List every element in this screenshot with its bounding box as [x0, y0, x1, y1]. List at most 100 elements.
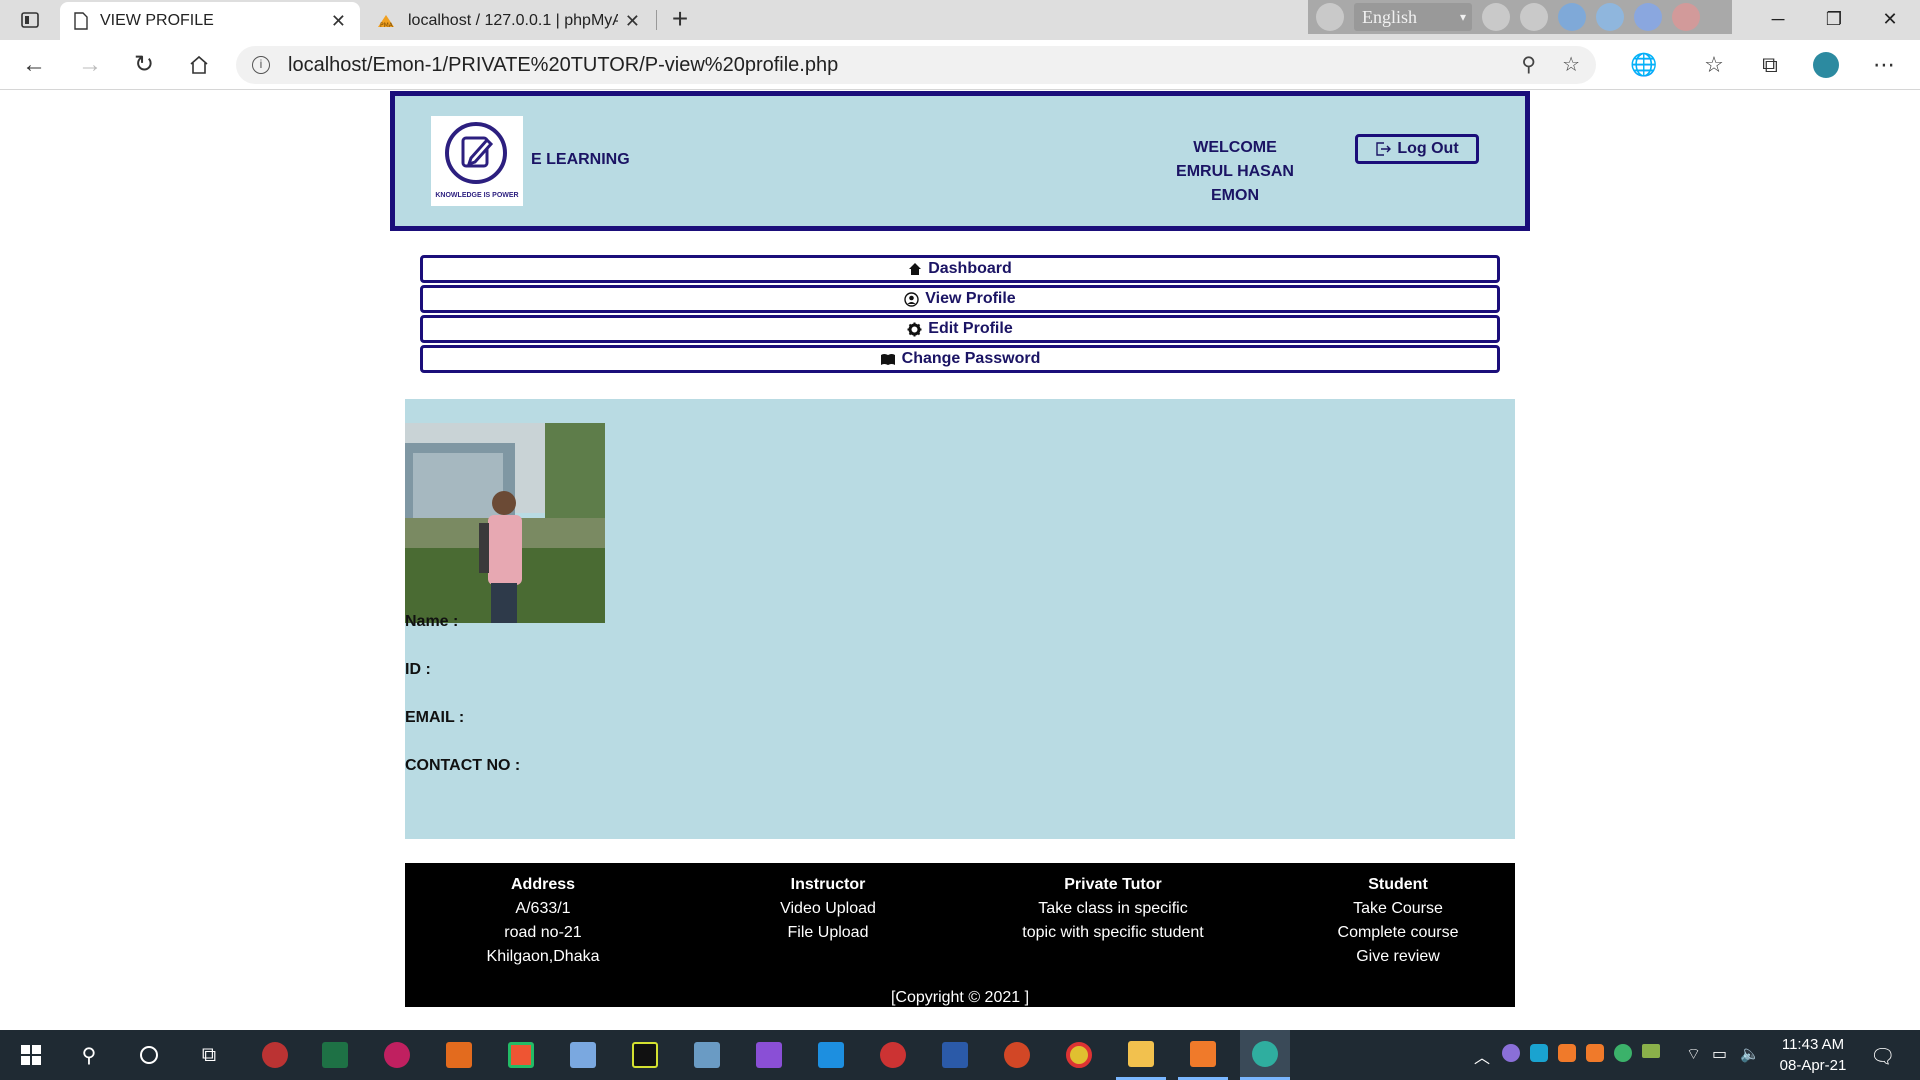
- site-logo: KNOWLEDGE IS POWER: [431, 116, 523, 206]
- site-footer: Address A/633/1 road no-21 Khilgaon,Dhak…: [405, 863, 1515, 1007]
- new-tab-button[interactable]: +: [664, 4, 696, 36]
- id-label: ID :: [405, 661, 431, 678]
- info-icon[interactable]: i: [252, 56, 270, 74]
- logout-button[interactable]: Log Out: [1355, 134, 1479, 164]
- collections-icon[interactable]: ⧉: [1752, 48, 1788, 82]
- footer-column-instructor: Instructor Video Upload File Upload: [688, 873, 968, 945]
- contact-label: CONTACT NO :: [405, 757, 521, 774]
- tray-chevron-up-icon[interactable]: ︿: [1474, 1044, 1490, 1068]
- zoom-icon[interactable]: ⚲: [1521, 52, 1536, 77]
- start-button[interactable]: [6, 1030, 56, 1080]
- tab-title: VIEW PROFILE: [100, 12, 214, 29]
- profile-avatar[interactable]: [1808, 48, 1844, 82]
- url-text: localhost/Emon-1/PRIVATE%20TUTOR/P-view%…: [288, 53, 839, 76]
- close-tab-icon[interactable]: ✕: [331, 11, 346, 32]
- powerpoint-icon[interactable]: [992, 1030, 1042, 1080]
- xampp-icon[interactable]: [1178, 1030, 1228, 1080]
- wifi-icon[interactable]: ⌔: [1686, 1044, 1701, 1064]
- task-view-icon[interactable]: ⧉: [184, 1030, 234, 1080]
- search-icon[interactable]: ⚲: [64, 1030, 114, 1080]
- refresh-button[interactable]: ↻: [126, 48, 162, 82]
- profile-photo: [405, 423, 605, 623]
- favorites-icon[interactable]: ☆: [1696, 48, 1732, 82]
- restore-button[interactable]: ❐: [1806, 0, 1862, 40]
- photos-icon[interactable]: [682, 1030, 732, 1080]
- extension-globe-icon[interactable]: 🌐: [1626, 48, 1662, 82]
- extension-icon[interactable]: [1558, 3, 1586, 31]
- edge-icon[interactable]: [1240, 1030, 1290, 1080]
- menu-change-password[interactable]: Change Password: [420, 345, 1500, 373]
- 3d-box-icon[interactable]: [558, 1030, 608, 1080]
- chevron-down-icon: ▾: [1459, 9, 1466, 24]
- svg-text:PMA: PMA: [380, 22, 394, 29]
- footer-line: topic with specific student: [1022, 924, 1204, 941]
- home-button[interactable]: [181, 48, 217, 82]
- chrome-icon[interactable]: [1054, 1030, 1104, 1080]
- clock-date: 08-Apr-21: [1779, 1057, 1847, 1074]
- language-select[interactable]: English ▾: [1354, 3, 1472, 31]
- logout-icon: [1376, 142, 1392, 156]
- more-menu-icon[interactable]: ⋯: [1866, 48, 1902, 82]
- back-button[interactable]: ←: [16, 48, 52, 82]
- footer-line: Complete course: [1337, 924, 1459, 941]
- file-explorer-icon[interactable]: [1116, 1030, 1166, 1080]
- home-icon: [190, 55, 208, 74]
- logout-label: Log Out: [1397, 140, 1459, 157]
- footer-heading: Private Tutor: [1064, 876, 1162, 893]
- name-label: Name :: [405, 613, 459, 630]
- user-name-line: EMON: [1211, 187, 1259, 204]
- taskbar-app-grid-icon[interactable]: [496, 1030, 546, 1080]
- tab-view-profile[interactable]: VIEW PROFILE ✕: [60, 2, 360, 40]
- word-icon[interactable]: [930, 1030, 980, 1080]
- copyright-text: [Copyright © 2021 ]: [890, 989, 1030, 1006]
- excel-icon[interactable]: [310, 1030, 360, 1080]
- tray-app-icon[interactable]: [1642, 1044, 1660, 1058]
- footer-heading: Address: [510, 876, 576, 893]
- minimize-button[interactable]: ─: [1750, 0, 1806, 40]
- taskbar-clock[interactable]: 11:43 AM 08-Apr-21: [1768, 1034, 1858, 1076]
- taskbar-app-speedometer-icon[interactable]: [250, 1030, 300, 1080]
- footer-line: Take Course: [1353, 900, 1443, 917]
- close-window-button[interactable]: ✕: [1862, 0, 1918, 40]
- close-icon[interactable]: [1672, 3, 1700, 31]
- book-icon: [880, 353, 895, 365]
- profile-panel: Name : ID : EMAIL : CONTACT NO :: [405, 399, 1515, 839]
- settings-gear-icon[interactable]: [868, 1030, 918, 1080]
- extension-icon[interactable]: [1482, 3, 1510, 31]
- notifications-icon[interactable]: 🗨: [1870, 1044, 1895, 1069]
- favorite-star-icon[interactable]: ☆: [1562, 52, 1580, 77]
- extension-icon[interactable]: [1596, 3, 1624, 31]
- footer-line: Khilgaon,Dhaka: [486, 948, 600, 965]
- close-tab-icon[interactable]: ✕: [625, 11, 640, 32]
- page-content: KNOWLEDGE IS POWER E LEARNING WELCOME EM…: [0, 91, 1920, 1030]
- extension-icon[interactable]: [1520, 3, 1548, 31]
- tray-app-icon[interactable]: [1502, 1044, 1520, 1062]
- battery-icon[interactable]: ▭: [1712, 1044, 1727, 1064]
- menu-dashboard[interactable]: Dashboard: [420, 255, 1500, 283]
- url-field[interactable]: i localhost/Emon-1/PRIVATE%20TUTOR/P-vie…: [236, 46, 1596, 84]
- pycharm-icon[interactable]: [620, 1030, 670, 1080]
- tray-xampp-icon[interactable]: [1558, 1044, 1576, 1062]
- cortana-icon[interactable]: [124, 1030, 174, 1080]
- logo-ring: [445, 122, 507, 184]
- vscode-icon[interactable]: [806, 1030, 856, 1080]
- email-label: EMAIL :: [405, 709, 465, 726]
- matlab-icon[interactable]: [434, 1030, 484, 1080]
- gear-icon: [907, 322, 922, 336]
- help-icon[interactable]: [1634, 3, 1662, 31]
- tray-app-icon[interactable]: [1530, 1044, 1548, 1062]
- tab-phpmyadmin[interactable]: PMA localhost / 127.0.0.1 | phpMyAdmin ✕: [362, 2, 654, 40]
- user-circle-icon: [904, 291, 919, 307]
- tab-actions-button[interactable]: [0, 0, 60, 40]
- visual-studio-icon[interactable]: [744, 1030, 794, 1080]
- extension-icon[interactable]: [1316, 3, 1344, 31]
- volume-icon[interactable]: 🔈: [1740, 1044, 1760, 1064]
- tray-app-icon[interactable]: [1614, 1044, 1632, 1062]
- taskbar-app-icon[interactable]: [372, 1030, 422, 1080]
- forward-button[interactable]: →: [72, 48, 108, 82]
- welcome-line: WELCOME: [1193, 139, 1277, 156]
- menu-view-profile[interactable]: View Profile: [420, 285, 1500, 313]
- menu-edit-profile[interactable]: Edit Profile: [420, 315, 1500, 343]
- tray-xampp-icon[interactable]: [1586, 1044, 1604, 1062]
- pencil-edit-icon: [461, 136, 494, 168]
